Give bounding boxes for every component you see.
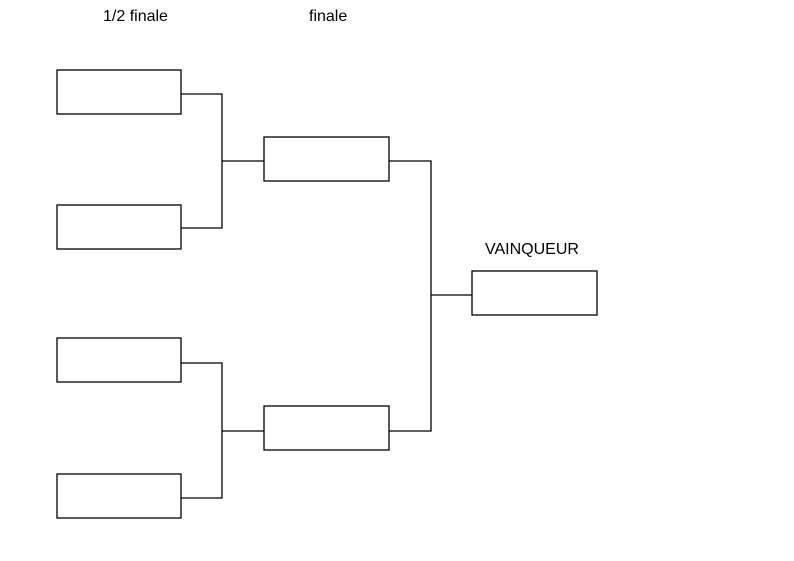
- semifinal-slot-2[interactable]: [56, 204, 182, 250]
- connector-final: [389, 160, 432, 432]
- semifinal-slot-1[interactable]: [56, 69, 182, 115]
- final-slot-1[interactable]: [263, 136, 390, 182]
- bracket-diagram: [56, 69, 598, 519]
- winner-slot[interactable]: [471, 270, 598, 316]
- connector-semi-bottom: [181, 362, 223, 499]
- semifinal-slot-3[interactable]: [56, 337, 182, 383]
- final-slot-2[interactable]: [263, 405, 390, 451]
- semifinal-slot-4[interactable]: [56, 473, 182, 519]
- connector-semi-top: [181, 93, 223, 229]
